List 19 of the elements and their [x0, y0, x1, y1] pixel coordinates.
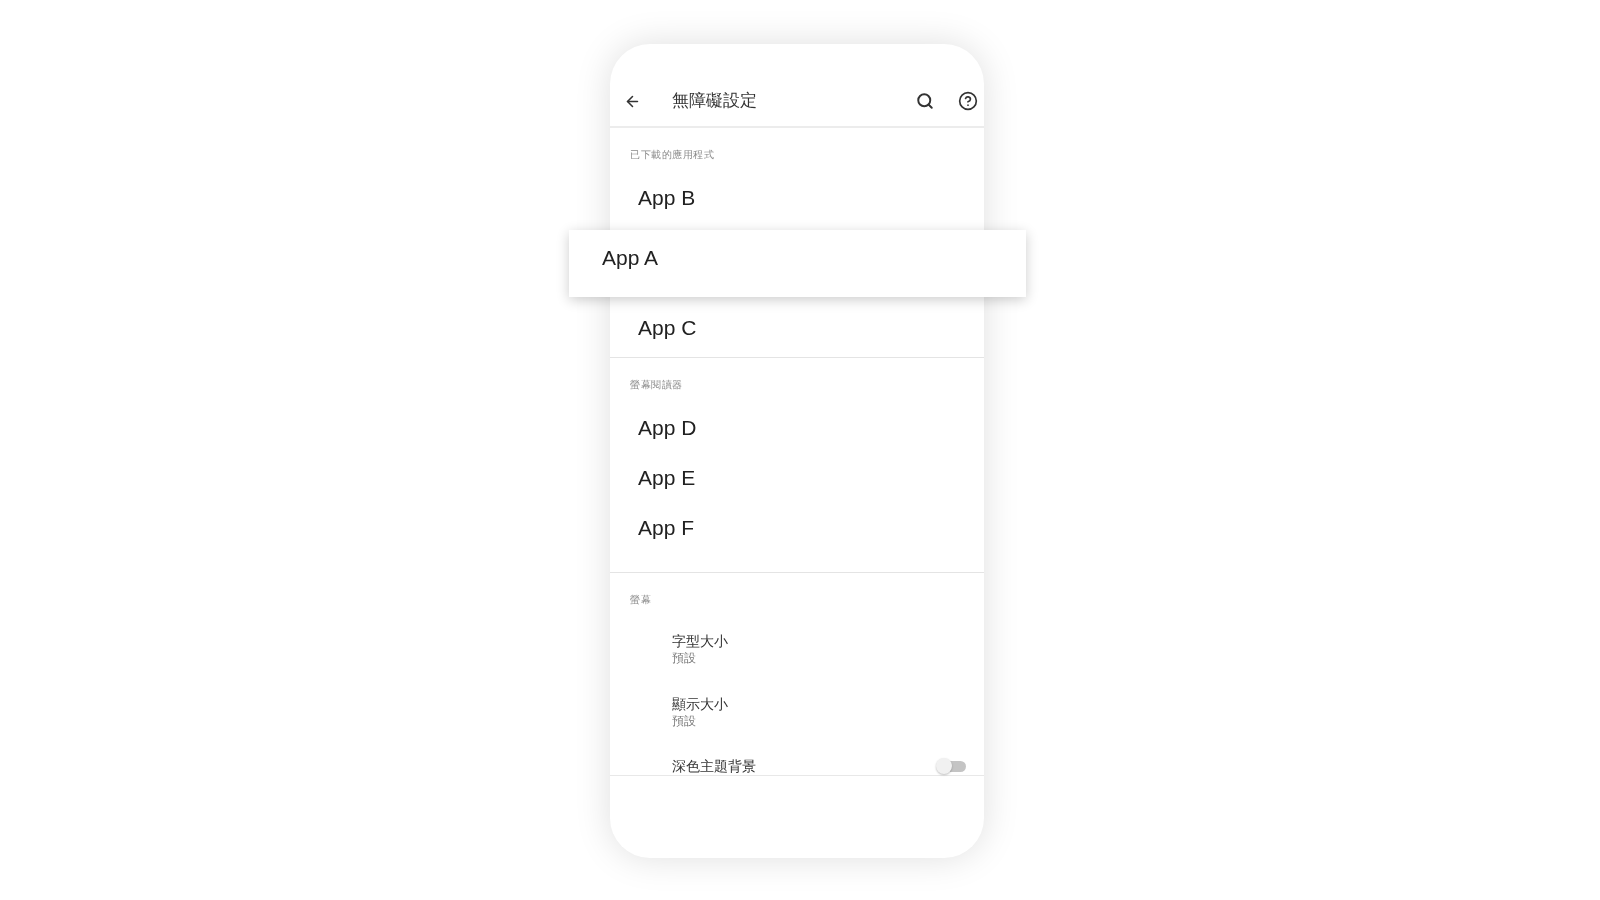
search-icon — [916, 92, 934, 110]
setting-summary: 預設 — [672, 650, 697, 666]
section-header: 螢幕閱讀器 — [629, 378, 684, 392]
setting-title[interactable]: 顯示大小 — [672, 695, 984, 713]
toggle-switch[interactable] — [936, 758, 966, 774]
list-item[interactable]: App D — [610, 403, 984, 453]
list-item[interactable]: App F — [610, 503, 984, 553]
screen-title: 無障礙設定 — [672, 90, 758, 112]
help-button[interactable] — [956, 89, 980, 113]
dragged-list-item[interactable]: App A — [569, 230, 1026, 297]
section-header: 已下載的應用程式 — [629, 148, 715, 162]
section-header: 螢幕 — [629, 593, 652, 607]
list-item[interactable]: App B — [610, 173, 984, 223]
setting-title[interactable]: 字型大小 — [672, 632, 984, 650]
setting-title[interactable]: 深色主題背景 — [672, 757, 756, 775]
list-item[interactable]: App C — [610, 303, 984, 353]
help-icon — [958, 91, 978, 111]
list-item[interactable]: App E — [610, 453, 984, 503]
setting-summary: 預設 — [672, 713, 697, 729]
